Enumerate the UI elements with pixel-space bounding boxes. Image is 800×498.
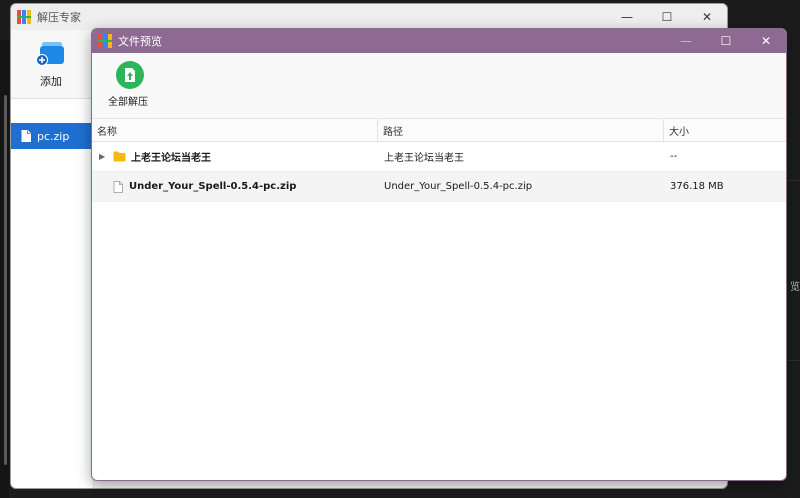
file-name: Under_Your_Spell-0.5.4-pc.zip <box>129 181 297 192</box>
minimize-button[interactable]: — <box>607 4 647 30</box>
size-cell: 376.18 MB <box>670 181 724 192</box>
sidebar-item-label: pc.zip <box>37 129 70 143</box>
folder-icon <box>113 151 126 162</box>
file-preview-window: 文件预览 — ☐ ✕ 全部解压 名称 路径 大小 ▶ 上老王论坛当老王 上老王论… <box>91 28 787 481</box>
desktop-scrollbar[interactable] <box>4 95 7 465</box>
column-header-path[interactable]: 路径 <box>378 119 664 141</box>
path-cell: 上老王论坛当老王 <box>384 153 464 164</box>
main-window-title: 解压专家 <box>37 11 81 24</box>
file-icon <box>21 130 31 142</box>
extract-icon <box>116 61 144 89</box>
file-name: 上老王论坛当老王 <box>131 153 211 164</box>
close-button[interactable]: ✕ <box>746 29 786 53</box>
close-button[interactable]: ✕ <box>687 4 727 30</box>
archive-sidebar: pc.zip <box>11 99 94 488</box>
add-button[interactable]: 添加 <box>33 40 69 89</box>
maximize-button[interactable]: ☐ <box>647 4 687 30</box>
table-header: 名称 路径 大小 <box>92 119 786 142</box>
main-titlebar[interactable]: 解压专家 — ☐ ✕ <box>11 4 727 30</box>
desktop-divider <box>786 180 800 181</box>
size-cell: -- <box>670 151 678 162</box>
name-cell: Under_Your_Spell-0.5.4-pc.zip <box>92 172 378 201</box>
column-header-name[interactable]: 名称 <box>92 119 378 141</box>
path-cell: Under_Your_Spell-0.5.4-pc.zip <box>384 181 533 192</box>
file-icon <box>113 180 123 193</box>
desktop-edge-text: 览 <box>790 282 800 293</box>
table-row[interactable]: ▶ 上老王论坛当老王 上老王论坛当老王 -- <box>92 142 786 172</box>
add-button-label: 添加 <box>40 75 62 88</box>
app-logo-icon <box>17 10 31 24</box>
name-cell: ▶ 上老王论坛当老王 <box>92 142 378 171</box>
file-table: 名称 路径 大小 ▶ 上老王论坛当老王 上老王论坛当老王 -- Under_Yo… <box>92 119 786 202</box>
extract-all-label: 全部解压 <box>108 97 148 108</box>
add-archive-icon <box>36 42 64 66</box>
main-window-controls: — ☐ ✕ <box>607 4 727 30</box>
preview-window-controls: — ☐ ✕ <box>666 29 786 53</box>
sidebar-item-pc-zip[interactable]: pc.zip <box>11 123 93 149</box>
extract-all-button[interactable]: 全部解压 <box>108 61 152 108</box>
desktop-divider <box>786 360 800 361</box>
column-header-size[interactable]: 大小 <box>664 119 786 141</box>
app-logo-icon <box>98 34 112 48</box>
minimize-button[interactable]: — <box>666 29 706 53</box>
table-row[interactable]: Under_Your_Spell-0.5.4-pc.zip Under_Your… <box>92 172 786 202</box>
preview-titlebar[interactable]: 文件预览 — ☐ ✕ <box>92 29 786 53</box>
preview-toolbar: 全部解压 <box>92 53 786 119</box>
preview-window-title: 文件预览 <box>118 35 162 48</box>
expand-arrow-icon[interactable]: ▶ <box>99 152 109 161</box>
maximize-button[interactable]: ☐ <box>706 29 746 53</box>
